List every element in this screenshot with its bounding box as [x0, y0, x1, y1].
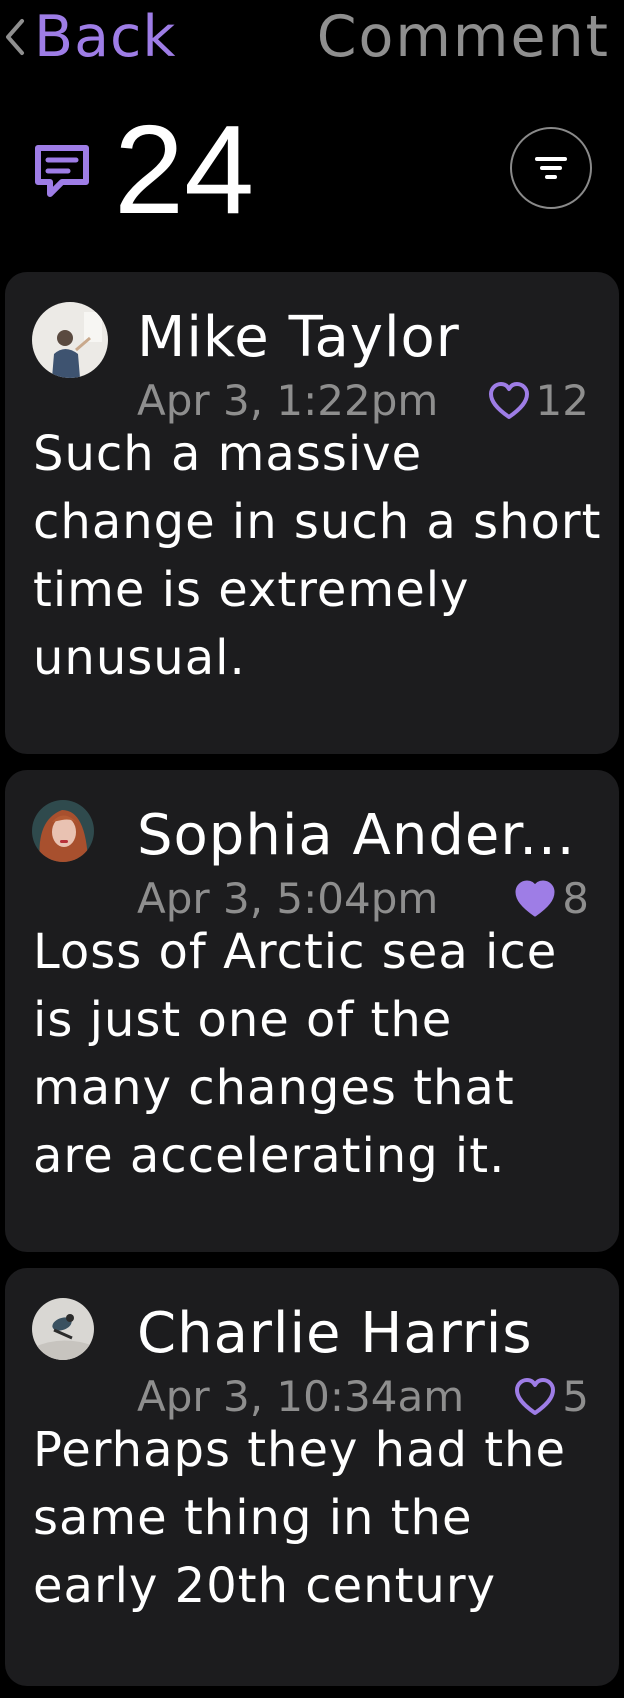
comment-text: Perhaps they had the same thing in the e… — [33, 1422, 566, 1614]
like-count-value: 5 — [562, 1372, 589, 1421]
comment-time: Apr 3, 5:04pm — [137, 874, 439, 923]
comment-time: Apr 3, 1:22pm — [137, 376, 439, 425]
heart-outline-icon[interactable] — [488, 381, 530, 421]
comment-card[interactable]: Charlie Harris Apr 3, 10:34am 5 Perhaps … — [5, 1268, 619, 1686]
avatar — [32, 1298, 94, 1360]
chevron-left-icon — [6, 19, 24, 55]
heart-filled-icon[interactable] — [514, 879, 556, 919]
filter-icon — [535, 157, 567, 179]
comment-text: Loss of Arctic sea ice is just one of th… — [33, 924, 558, 1184]
nav-bar: Back Comment — [0, 0, 624, 76]
comment-card[interactable]: Sophia Ander... Apr 3, 5:04pm 8 Loss of … — [5, 770, 619, 1252]
page-title: Comment — [316, 4, 610, 70]
comment-time: Apr 3, 10:34am — [137, 1372, 465, 1421]
avatar — [32, 800, 94, 862]
like-count-value: 8 — [562, 874, 589, 923]
comment-card[interactable]: Mike Taylor Apr 3, 1:22pm 12 Such a mass… — [5, 272, 619, 754]
filter-button[interactable] — [510, 127, 592, 209]
comment-author: Charlie Harris — [137, 1302, 533, 1366]
comment-summary: 24 — [0, 100, 624, 240]
like-count: 8 — [514, 874, 589, 924]
comment-text: Such a massive change in such a short ti… — [33, 426, 602, 686]
comment-author: Sophia Ander... — [137, 804, 576, 868]
like-count: 5 — [514, 1372, 589, 1422]
avatar — [32, 302, 108, 378]
back-label: Back — [34, 4, 177, 70]
comment-count: 24 — [114, 99, 255, 240]
comment-author: Mike Taylor — [137, 306, 460, 370]
comment-icon — [35, 145, 89, 197]
like-count-value: 12 — [535, 376, 589, 425]
heart-outline-icon[interactable] — [514, 1377, 556, 1417]
like-count: 12 — [488, 376, 589, 426]
back-button[interactable]: Back — [4, 2, 176, 72]
